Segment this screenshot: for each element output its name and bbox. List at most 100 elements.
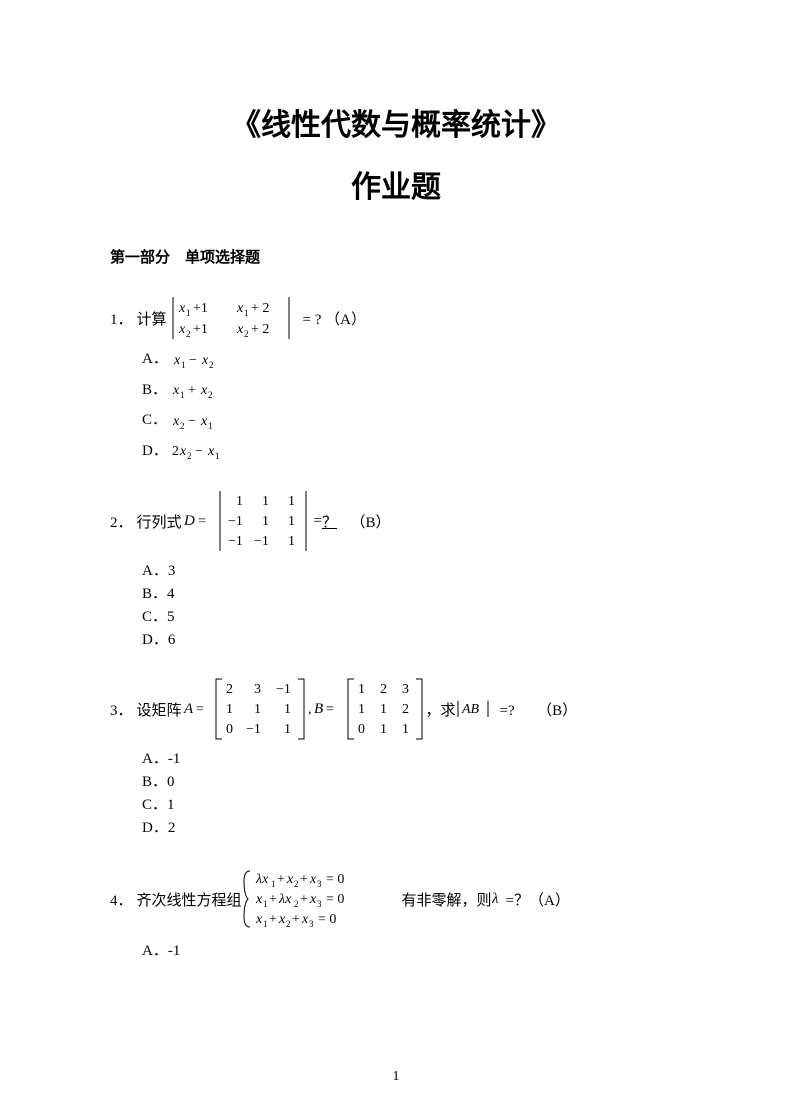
q4-suffix: =？（A） — [506, 889, 570, 910]
svg-text:+: + — [300, 872, 308, 887]
q4-system: λx 1 + x 2 + x 3 = 0 x 1 + λx 2 + x 3 = … — [242, 865, 402, 933]
q2-mid: = — [314, 513, 322, 530]
svg-text:x: x — [255, 912, 263, 927]
svg-text:1: 1 — [262, 514, 269, 529]
q2-number: 2． — [110, 511, 133, 532]
q1-option-c: C． x 2 − x 1 — [142, 408, 682, 431]
q3-det-ab: AB — [456, 699, 494, 719]
svg-text:+: + — [188, 383, 196, 398]
svg-text:= 0: = 0 — [318, 912, 336, 927]
svg-text:x: x — [207, 444, 215, 459]
svg-text:2: 2 — [286, 919, 291, 929]
svg-text:x: x — [278, 912, 286, 927]
svg-text:=: = — [326, 702, 334, 717]
q3-prefix: 设矩阵 — [137, 699, 182, 720]
svg-text:2: 2 — [226, 682, 233, 697]
q4-prefix: 齐次线性方程组 — [137, 889, 242, 910]
svg-text:1: 1 — [284, 702, 291, 717]
svg-text:3: 3 — [402, 682, 409, 697]
q3-option-a: A．-1 — [142, 747, 682, 768]
svg-text:x: x — [255, 892, 263, 907]
svg-text:2: 2 — [187, 451, 192, 461]
svg-text:−: − — [189, 353, 197, 368]
q1-optB-expr: x 1 + x 2 — [171, 380, 227, 400]
q4-lambda: λ — [492, 889, 506, 909]
page-title: 《线性代数与概率统计》 — [110, 100, 682, 144]
svg-text:1: 1 — [358, 682, 365, 697]
svg-text:1: 1 — [215, 451, 220, 461]
svg-text:−: − — [188, 414, 196, 429]
svg-text:λx: λx — [255, 872, 269, 887]
q1-prefix: 计算 — [137, 308, 167, 329]
svg-text:1: 1 — [288, 494, 295, 509]
q1-optC-expr: x 2 − x 1 — [171, 411, 227, 431]
svg-text:x: x — [309, 892, 317, 907]
svg-text:=: = — [198, 514, 206, 529]
q1-optA-expr: x 1 − x 2 — [172, 350, 228, 370]
q2-suffix: （B） — [343, 511, 391, 532]
q4-mid: 有非零解，则 — [402, 889, 492, 910]
q2-option-b: B．4 — [142, 582, 682, 603]
q4-number: 4． — [110, 889, 133, 910]
q3-a-equals: A = — [182, 699, 212, 719]
q3-matrix-a: 2 3 −1 1 1 1 0 −1 1 — [212, 677, 308, 741]
svg-text:1: 1 — [208, 421, 213, 431]
q3-option-d: D．2 — [142, 816, 682, 837]
q1-option-b: B． x 1 + x 2 — [142, 378, 682, 401]
svg-text:0: 0 — [358, 722, 365, 737]
svg-text:+: + — [292, 912, 300, 927]
svg-text:+ 2: + 2 — [251, 301, 269, 316]
q3-mid: ，求 — [426, 699, 456, 720]
question-1: 1． 计算 x 1 +1 x 1 + 2 x 2 +1 x 2 + 2 = ? … — [110, 295, 682, 461]
q2-option-a: A．3 — [142, 559, 682, 580]
q1-option-a: A． x 1 − x 2 — [142, 347, 682, 370]
svg-text:1: 1 — [271, 879, 276, 889]
svg-text:1: 1 — [181, 360, 186, 370]
q1-suffix: = ? （A） — [303, 308, 366, 329]
question-4: 4． 齐次线性方程组 λx 1 + x 2 + x 3 = 0 x 1 + λx… — [110, 865, 682, 960]
q2-prefix: 行列式 — [137, 511, 182, 532]
svg-text:x: x — [172, 414, 180, 429]
svg-text:2: 2 — [209, 360, 214, 370]
section-heading: 第一部分 单项选择题 — [110, 246, 682, 267]
svg-text:+: + — [269, 912, 277, 927]
svg-text:+1: +1 — [193, 301, 208, 316]
svg-text:x: x — [200, 414, 208, 429]
q1-optD-expr: 2 x 2 − x 1 — [172, 441, 236, 461]
q1-determinant: x 1 +1 x 1 + 2 x 2 +1 x 2 + 2 — [167, 295, 297, 341]
svg-text:0: 0 — [226, 722, 233, 737]
svg-text:+: + — [277, 872, 285, 887]
svg-text:=: = — [196, 702, 204, 717]
svg-text:2: 2 — [294, 879, 299, 889]
svg-text:AB: AB — [461, 702, 480, 717]
q3-comma-b: , B = — [308, 699, 344, 719]
svg-text:1: 1 — [288, 534, 295, 549]
svg-text:x: x — [173, 353, 181, 368]
svg-text:= 0: = 0 — [326, 872, 344, 887]
svg-text:x: x — [179, 444, 187, 459]
svg-text:x: x — [200, 383, 208, 398]
svg-text:x: x — [236, 322, 244, 337]
svg-text:2: 2 — [208, 390, 213, 400]
q4-option-a: A．-1 — [142, 939, 682, 960]
svg-text:+: + — [269, 892, 277, 907]
svg-text:x: x — [201, 353, 209, 368]
svg-text:+1: +1 — [193, 322, 208, 337]
q2-option-d: D．6 — [142, 628, 682, 649]
svg-text:3: 3 — [317, 879, 322, 889]
svg-text:λ: λ — [492, 891, 499, 907]
q1-option-d: D． 2 x 2 − x 1 — [142, 439, 682, 462]
svg-text:−1: −1 — [246, 722, 261, 737]
q2-determinant: 1 1 1 −1 1 1 −1 −1 1 — [214, 489, 314, 553]
svg-text:,: , — [308, 702, 312, 717]
svg-text:λx: λx — [278, 892, 292, 907]
svg-text:2: 2 — [402, 702, 409, 717]
q3-number: 3． — [110, 699, 133, 720]
svg-text:+: + — [300, 892, 308, 907]
svg-text:x: x — [172, 383, 180, 398]
svg-text:−1: −1 — [276, 682, 291, 697]
svg-text:2: 2 — [186, 329, 191, 339]
q3-option-b: B．0 — [142, 770, 682, 791]
svg-text:3: 3 — [254, 682, 261, 697]
svg-text:x: x — [178, 301, 186, 316]
